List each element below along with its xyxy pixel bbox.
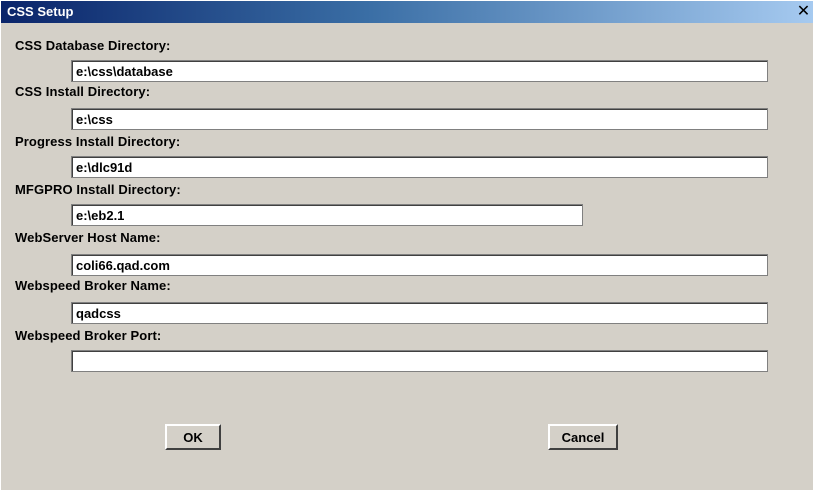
close-icon: ✕: [796, 3, 811, 20]
broker-port-input[interactable]: [71, 350, 768, 372]
mfgpro-dir-input[interactable]: [71, 204, 583, 226]
webserver-host-label: WebServer Host Name:: [15, 230, 161, 245]
title-bar[interactable]: CSS Setup ✕: [1, 1, 813, 23]
broker-name-label: Webspeed Broker Name:: [15, 278, 171, 293]
css-setup-dialog: CSS Setup ✕ CSS Database Directory: CSS …: [0, 0, 813, 490]
cancel-button[interactable]: Cancel: [548, 424, 618, 450]
broker-name-input[interactable]: [71, 302, 768, 324]
broker-port-label: Webspeed Broker Port:: [15, 328, 162, 343]
progress-dir-label: Progress Install Directory:: [15, 134, 181, 149]
mfgpro-dir-label: MFGPRO Install Directory:: [15, 182, 181, 197]
progress-dir-input[interactable]: [71, 156, 768, 178]
install-dir-label: CSS Install Directory:: [15, 84, 151, 99]
ok-button[interactable]: OK: [165, 424, 221, 450]
database-dir-label: CSS Database Directory:: [15, 38, 171, 53]
close-button[interactable]: ✕: [793, 1, 813, 23]
window-title: CSS Setup: [7, 4, 74, 19]
database-dir-input[interactable]: [71, 60, 768, 82]
install-dir-input[interactable]: [71, 108, 768, 130]
webserver-host-input[interactable]: [71, 254, 768, 276]
